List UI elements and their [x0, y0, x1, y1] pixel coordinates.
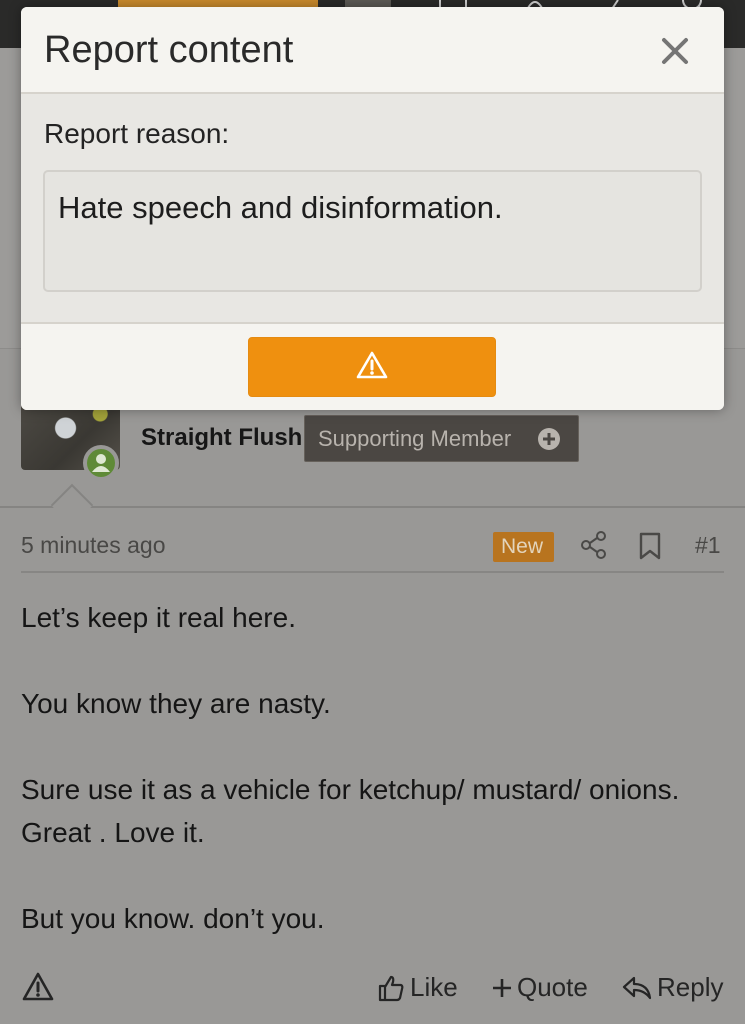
report-submit-button[interactable]: [248, 337, 496, 397]
divider: [0, 506, 745, 508]
like-button[interactable]: Like: [377, 972, 458, 1003]
modal-body: Report reason: Hate speech and disinform…: [21, 94, 724, 322]
member-badge: Supporting Member: [304, 415, 579, 462]
reply-icon: [622, 975, 652, 1001]
reply-label: Reply: [657, 972, 724, 1002]
quote-label: Quote: [517, 972, 588, 1002]
post-timestamp[interactable]: 5 minutes ago: [21, 532, 165, 559]
online-status-icon: [83, 445, 119, 481]
post-number[interactable]: #1: [695, 532, 721, 559]
modal-header: Report content: [21, 7, 724, 94]
quote-button[interactable]: Quote: [492, 972, 588, 1003]
meta-divider: [21, 571, 724, 573]
plus-icon: [492, 978, 512, 998]
report-modal: Report content Report reason: Hate speec…: [21, 7, 724, 410]
bookmark-icon[interactable]: [638, 532, 662, 565]
member-badge-label: Supporting Member: [318, 426, 512, 451]
report-post-icon[interactable]: [22, 972, 54, 1007]
post-body: Let’s keep it real here. You know they a…: [21, 596, 721, 940]
post-username[interactable]: Straight Flush: [141, 424, 302, 452]
warning-icon: [356, 351, 388, 384]
post-paragraph: You know they are nasty.: [21, 688, 331, 719]
post-paragraph: Sure use it as a vehicle for ketchup/ mu…: [21, 774, 680, 848]
plus-circle-icon[interactable]: [538, 428, 560, 450]
new-badge: New: [493, 532, 554, 562]
report-reason-label: Report reason:: [44, 118, 230, 149]
share-icon[interactable]: [581, 531, 607, 564]
modal-title: Report content: [44, 29, 294, 71]
reply-button[interactable]: Reply: [622, 972, 723, 1003]
thumbs-up-icon: [377, 974, 405, 1002]
page: Straight Flush Supporting Member 5 minut…: [0, 0, 745, 1024]
close-icon[interactable]: [657, 33, 693, 69]
report-reason-input[interactable]: Hate speech and disinformation.: [43, 170, 702, 292]
like-label: Like: [410, 972, 458, 1002]
post-paragraph: Let’s keep it real here.: [21, 602, 296, 633]
modal-footer: [21, 322, 724, 410]
post-paragraph: But you know. don’t you.: [21, 903, 325, 934]
